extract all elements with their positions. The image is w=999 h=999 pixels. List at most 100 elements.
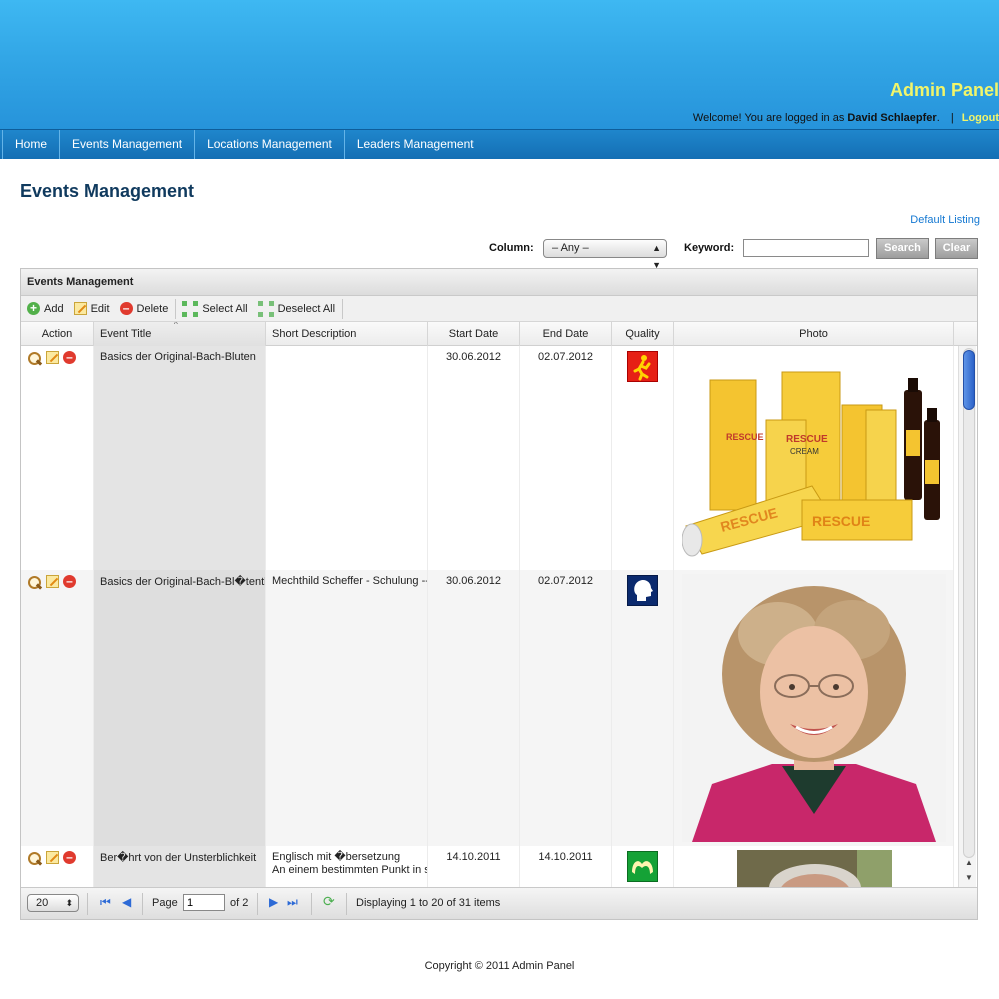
edit-label: Edit [90,302,110,315]
svg-text:CREAM: CREAM [790,447,819,456]
pager-divider [142,893,143,915]
add-icon: + [27,302,40,315]
page-size-select[interactable]: 20 ⬍ [27,894,79,912]
keyword-input[interactable] [743,239,869,257]
deselect-all-label: Deselect All [277,302,336,315]
logout-link[interactable]: Logout [962,112,999,124]
user-name: David Schlaepfer [847,112,937,124]
pager-divider [311,893,312,915]
action-cell: – [21,570,94,846]
col-header-action[interactable]: Action [21,322,94,346]
default-listing-link[interactable]: Default Listing [910,214,980,226]
delete-icon: – [119,302,133,315]
scrollbar-track[interactable] [963,348,975,858]
toolbar-divider [342,298,344,319]
view-icon[interactable] [27,851,42,866]
grid-body: – Basics der Original-Bach-Bluten 30.06.… [21,346,954,887]
nav-item-locations-management[interactable]: Locations Management [194,130,344,159]
col-header-event-title[interactable]: Event Title ^ [94,322,266,346]
col-header-short-description[interactable]: Short Description [266,322,428,346]
page-title: Events Management [20,181,195,201]
scroll-up-icon[interactable]: ▲ [963,858,975,867]
clear-button[interactable]: Clear [935,238,978,259]
delete-icon[interactable]: – [63,351,76,364]
svg-text:RESCUE: RESCUE [726,432,764,442]
svg-text:RESCUE: RESCUE [786,434,828,445]
select-arrows-icon: ⬍ [65,898,73,908]
page-label: Page [152,897,178,909]
prev-page-icon[interactable]: ◀ [122,895,131,909]
event-title-cell: Basics der Original-Bach-Bl�tenth [94,570,266,846]
page-number-input[interactable] [183,894,225,911]
event-title-cell: Basics der Original-Bach-Bluten [94,346,266,570]
view-icon[interactable] [27,351,42,366]
table-row[interactable]: – Basics der Original-Bach-Bluten 30.06.… [21,346,954,570]
hands-icon [627,851,658,882]
short-description-line: An einem bestimmten Punkt in s [272,864,428,876]
photo-cell: RESCUE RESCUE CREAM RESCUE RESCUE [674,346,954,570]
edit-button[interactable]: Edit [73,302,110,315]
end-date-cell: 02.07.2012 [520,346,612,570]
last-page-icon[interactable]: ⏭ [287,895,298,910]
nav-item-home[interactable]: Home [2,130,59,159]
col-header-photo[interactable]: Photo [674,322,954,346]
delete-icon[interactable]: – [63,851,76,864]
grid-pager: 20 ⬍ ⏮ ◀ Page of 2 ▶ ⏭ ⟳ Displaying 1 to… [21,887,977,919]
first-page-icon[interactable]: ⏮ [100,895,111,910]
column-headers: Action Event Title ^ Short Description S… [21,322,977,346]
scrollbar-thumb[interactable] [963,350,975,410]
nav-item-leaders-management[interactable]: Leaders Management [343,130,486,159]
col-header-quality[interactable]: Quality [612,322,674,346]
table-row[interactable]: – Ber�hrt von der Unsterblichkeit Englis… [21,846,954,887]
edit-icon[interactable] [46,351,59,364]
running-man-icon [627,351,658,382]
end-date-cell: 14.10.2011 [520,846,612,887]
search-button[interactable]: Search [876,238,929,259]
col-header-start-date[interactable]: Start Date [428,322,520,346]
welcome-suffix: . [936,112,940,124]
edit-icon[interactable] [46,575,59,588]
next-page-icon[interactable]: ▶ [269,895,278,909]
column-label: Column: [489,242,534,254]
nav-item-events-management[interactable]: Events Management [59,130,194,159]
deselect-all-icon [257,300,274,317]
scroll-down-icon[interactable]: ▼ [963,873,975,882]
short-description-cell: Mechthild Scheffer - Schulung -- [266,570,428,846]
short-description-cell [266,346,428,570]
vertical-scrollbar[interactable]: ▲ ▼ [958,346,976,887]
select-all-button[interactable]: Select All [182,300,248,317]
action-cell: – [21,846,94,887]
quality-cell [612,346,674,570]
table-row[interactable]: – Basics der Original-Bach-Bl�tenth Mech… [21,570,954,846]
svg-text:RESCUE: RESCUE [812,513,870,529]
grid-toolbar: + Add Edit – Delete Select All Deselect … [21,296,977,322]
start-date-cell: 14.10.2011 [428,846,520,887]
pager-divider [346,893,347,915]
add-button[interactable]: + Add [27,302,64,315]
search-bar: Column: – Any – ▲ ▼ Keyword: Search Clear [0,238,999,270]
keyword-label: Keyword: [684,242,735,254]
delete-icon[interactable]: – [63,575,76,588]
display-count-text: Displaying 1 to 20 of 31 items [356,897,501,909]
page-total-label: of 2 [230,897,249,909]
admin-panel-title: Admin Panel [889,80,999,100]
page-size-value: 20 [36,897,49,909]
welcome-prefix: Welcome! You are logged in as [692,112,845,124]
edit-icon[interactable] [46,851,59,864]
delete-button[interactable]: – Delete [119,302,168,315]
events-grid: Events Management + Add Edit – Delete Se… [20,268,978,920]
start-date-cell: 30.06.2012 [428,570,520,846]
deselect-all-button[interactable]: Deselect All [257,300,336,317]
separator: | [950,112,954,124]
col-header-end-date[interactable]: End Date [520,322,612,346]
column-select[interactable]: – Any – ▲ ▼ [543,239,667,270]
pager-divider [87,893,88,915]
pencil-icon [73,302,87,315]
pager-divider [257,893,258,915]
select-all-icon [182,300,199,317]
refresh-icon[interactable]: ⟳ [323,893,335,910]
col-header-event-title-label: Event Title [100,328,152,340]
view-icon[interactable] [27,575,42,590]
add-label: Add [44,302,64,315]
quality-cell [612,570,674,846]
